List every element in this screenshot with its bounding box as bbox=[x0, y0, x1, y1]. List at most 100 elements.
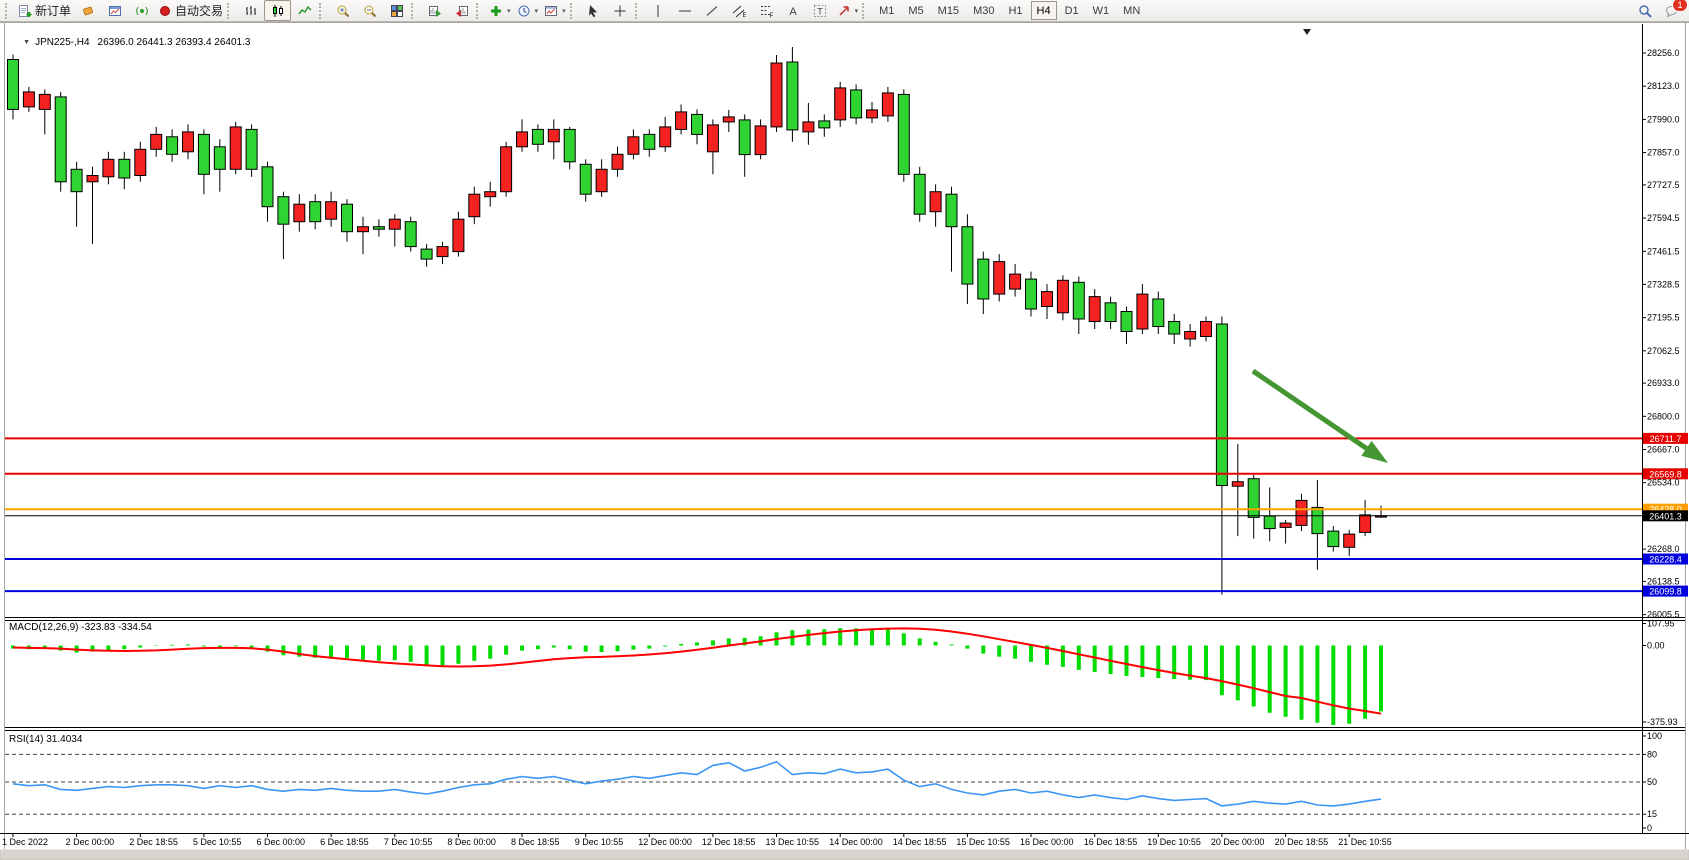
candle bbox=[835, 88, 846, 120]
crosshair-button[interactable] bbox=[607, 0, 634, 21]
arrows-shapes-dropdown-arrow-icon[interactable]: ▾ bbox=[855, 7, 859, 15]
toolbar-grip bbox=[476, 3, 482, 19]
candle bbox=[278, 197, 289, 225]
trendline-button[interactable] bbox=[699, 0, 726, 21]
new-order-label: 新订单 bbox=[35, 2, 71, 19]
candle bbox=[564, 129, 575, 161]
rsi-axis-tick: 15 bbox=[1647, 809, 1657, 819]
timeframe-m30-button[interactable]: M30 bbox=[967, 1, 1000, 20]
cursor-button[interactable] bbox=[580, 0, 607, 21]
auto-arrange-button[interactable] bbox=[421, 0, 448, 21]
price-axis-tick: 27195.5 bbox=[1647, 313, 1680, 323]
price-axis-tick: 26667.0 bbox=[1647, 445, 1680, 455]
arrows-shapes-button[interactable]: ▾ bbox=[834, 0, 862, 21]
vertical-line-button[interactable] bbox=[645, 0, 672, 21]
candle bbox=[23, 92, 34, 107]
timeframe-m15-button[interactable]: M15 bbox=[932, 1, 965, 20]
periods-dropdown-arrow-icon[interactable]: ▾ bbox=[535, 7, 539, 15]
horizontal-line-icon bbox=[678, 4, 692, 18]
horizontal-line-button[interactable] bbox=[672, 0, 699, 21]
rsi-indicator-label: RSI(14) 31.4034 bbox=[9, 734, 82, 745]
price-axis-tick: 26138.5 bbox=[1647, 576, 1680, 586]
chart-shift-button[interactable] bbox=[448, 0, 475, 21]
candle bbox=[326, 202, 337, 220]
timeframe-m5-button[interactable]: M5 bbox=[902, 1, 929, 20]
candle bbox=[1216, 324, 1227, 486]
price-axis-tick: 28256.0 bbox=[1647, 48, 1680, 58]
new-order-icon bbox=[18, 4, 32, 18]
time-axis-tick: 6 Dec 18:55 bbox=[320, 837, 369, 847]
new-chart-button[interactable]: ▾ bbox=[486, 0, 514, 21]
zoom-out-button[interactable] bbox=[356, 0, 383, 21]
candle bbox=[87, 176, 98, 182]
fibonacci-retracement-button[interactable]: F bbox=[753, 0, 780, 21]
candle bbox=[151, 134, 162, 149]
chart-canvas[interactable]: 107.950.00-375.93100805015026711.726569.… bbox=[0, 22, 1689, 860]
chart-window[interactable]: 107.950.00-375.93100805015026711.726569.… bbox=[0, 22, 1689, 860]
candle bbox=[739, 120, 750, 155]
crosshair-icon bbox=[613, 4, 627, 18]
timeframe-d1-button[interactable]: D1 bbox=[1059, 1, 1085, 20]
price-axis-tick: 26005.5 bbox=[1647, 610, 1680, 620]
toolbar-grip bbox=[635, 3, 641, 19]
text-button[interactable]: A bbox=[780, 0, 807, 21]
search-button[interactable] bbox=[1631, 0, 1658, 21]
market-watch-button[interactable] bbox=[74, 0, 101, 21]
auto-trading-button[interactable]: 自动交易 bbox=[155, 0, 226, 21]
candle bbox=[310, 202, 321, 222]
candle bbox=[1073, 282, 1084, 319]
candle bbox=[39, 94, 50, 109]
candlestick-chart-type-button[interactable] bbox=[264, 0, 291, 21]
timeframe-m1-button[interactable]: M1 bbox=[873, 1, 900, 20]
candle bbox=[1057, 280, 1068, 313]
text-label-button[interactable]: T bbox=[807, 0, 834, 21]
candle bbox=[198, 134, 209, 174]
candle bbox=[405, 222, 416, 247]
templates-button[interactable]: ▾ bbox=[541, 0, 569, 21]
svg-text:T: T bbox=[817, 6, 823, 16]
templates-icon bbox=[544, 4, 558, 18]
auto-arrange-icon bbox=[428, 4, 442, 18]
text-label-icon: T bbox=[813, 4, 827, 18]
macd-axis-tick: -375.93 bbox=[1647, 717, 1678, 727]
new-chart-dropdown-arrow-icon[interactable]: ▾ bbox=[507, 7, 511, 15]
time-axis-tick: 9 Dec 10:55 bbox=[575, 837, 624, 847]
status-strip bbox=[0, 850, 1689, 860]
price-axis-tick: 27062.5 bbox=[1647, 346, 1680, 356]
candle bbox=[819, 121, 830, 128]
timeframe-mn-button[interactable]: MN bbox=[1117, 1, 1146, 20]
time-axis-tick: 2 Dec 00:00 bbox=[66, 837, 115, 847]
chat-button[interactable]: 1 bbox=[1658, 0, 1685, 21]
equidistant-channel-button[interactable]: E bbox=[726, 0, 753, 21]
collapse-icon[interactable]: ▼ bbox=[23, 39, 30, 46]
line-chart-type-button[interactable] bbox=[291, 0, 318, 21]
timeframe-w1-button[interactable]: W1 bbox=[1087, 1, 1116, 20]
cursor-icon bbox=[586, 4, 600, 18]
resistance-line-1-price-label: 26711.7 bbox=[1650, 434, 1682, 444]
new-order-button[interactable]: 新订单 bbox=[15, 0, 74, 21]
time-axis-tick: 5 Dec 10:55 bbox=[193, 837, 242, 847]
main-toolbar: 新订单 自动交易 ▾ ▾ ▾ EFAT ▾ M1M5M15M30H1H4D1W1MN 1 bbox=[0, 0, 1689, 22]
candle bbox=[707, 125, 718, 152]
bid-price-line-price-label: 26401.3 bbox=[1649, 511, 1682, 521]
candle bbox=[1169, 322, 1180, 335]
time-axis-tick: 7 Dec 10:55 bbox=[384, 837, 433, 847]
time-axis-tick: 13 Dec 10:55 bbox=[766, 837, 820, 847]
candle bbox=[485, 192, 496, 197]
timeframe-h1-button[interactable]: H1 bbox=[1002, 1, 1028, 20]
price-axis-tick: 26534.0 bbox=[1647, 478, 1680, 488]
bar-chart-type-button[interactable] bbox=[237, 0, 264, 21]
tile-windows-button[interactable] bbox=[383, 0, 410, 21]
candle bbox=[914, 174, 925, 214]
timeframe-h4-button[interactable]: H4 bbox=[1031, 1, 1057, 20]
candle bbox=[644, 134, 655, 149]
templates-dropdown-arrow-icon[interactable]: ▾ bbox=[562, 7, 566, 15]
periods-button[interactable]: ▾ bbox=[514, 0, 542, 21]
candle bbox=[71, 169, 82, 191]
vertical-line-icon bbox=[651, 4, 665, 18]
signals-button[interactable] bbox=[128, 0, 155, 21]
zoom-in-button[interactable] bbox=[329, 0, 356, 21]
chart-window-button[interactable] bbox=[101, 0, 128, 21]
candle bbox=[1264, 516, 1275, 529]
candle bbox=[803, 122, 814, 132]
